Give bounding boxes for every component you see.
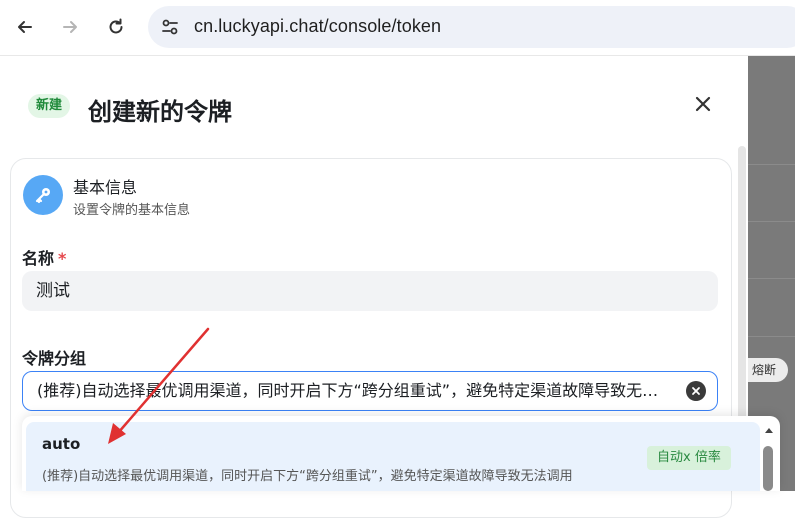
background-tag: 熔断 [748, 358, 788, 382]
address-bar[interactable]: cn.luckyapi.chat/console/token [148, 6, 795, 48]
section-subtitle: 设置令牌的基本信息 [73, 203, 191, 218]
arrow-left-icon [18, 21, 32, 33]
url-text[interactable]: cn.luckyapi.chat/console/token [194, 16, 441, 37]
close-button[interactable] [690, 91, 716, 117]
ratio-badge: 自动x 倍率 [647, 446, 731, 470]
reload-icon [109, 18, 123, 34]
option-name: auto [42, 435, 81, 453]
token-group-select[interactable]: (推荐)自动选择最优调用渠道，同时开启下方“跨分组重试”，避免特定渠道故障导致无… [22, 371, 718, 411]
arrow-right-icon [63, 21, 77, 33]
divider [748, 164, 795, 165]
dropdown-scrollbar[interactable] [763, 446, 773, 491]
close-icon [695, 96, 711, 112]
name-label: 名称 * [22, 245, 66, 269]
required-mark: * [58, 249, 67, 268]
tune-icon[interactable] [160, 17, 180, 37]
clear-icon [692, 387, 700, 395]
group-dropdown: auto (推荐)自动选择最优调用渠道，同时开启下方“跨分组重试”，避免特定渠道… [22, 416, 780, 491]
divider [748, 278, 795, 279]
section-title: 基本信息 [73, 178, 138, 197]
back-button[interactable] [10, 12, 40, 42]
scroll-up-icon[interactable] [764, 426, 774, 436]
key-icon [23, 175, 63, 215]
group-label: 令牌分组 [22, 349, 87, 368]
drawer-title: 创建新的令牌 [88, 98, 232, 126]
dropdown-option-auto[interactable]: auto (推荐)自动选择最优调用渠道，同时开启下方“跨分组重试”，避免特定渠道… [26, 422, 760, 491]
divider [748, 221, 795, 222]
option-description: (推荐)自动选择最优调用渠道，同时开启下方“跨分组重试”，避免特定渠道故障导致无… [42, 469, 573, 484]
name-label-text: 名称 [22, 249, 55, 268]
name-input[interactable]: 测试 [22, 271, 718, 311]
clear-button[interactable] [686, 381, 706, 401]
browser-toolbar: cn.luckyapi.chat/console/token [0, 0, 795, 56]
reload-button[interactable] [101, 12, 131, 42]
divider [748, 336, 795, 337]
new-badge: 新建 [28, 94, 71, 118]
forward-button[interactable] [55, 12, 85, 42]
